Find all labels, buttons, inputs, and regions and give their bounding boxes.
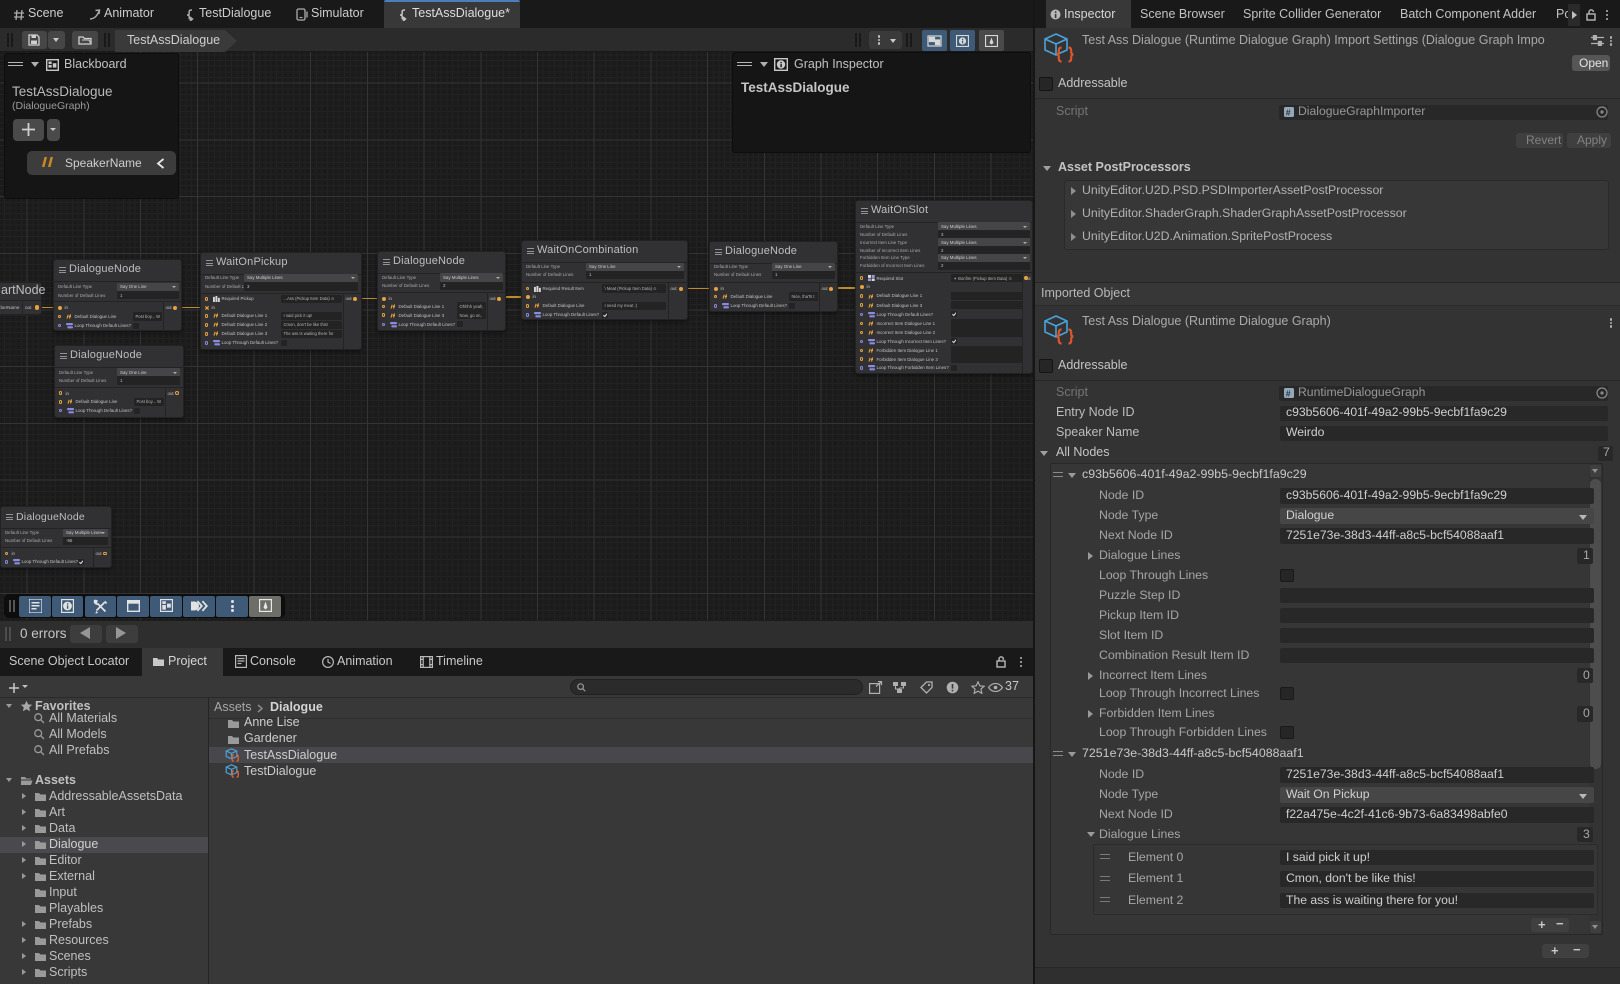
svg-text:#: # [1286, 388, 1291, 398]
svg-text:#: # [1286, 107, 1291, 117]
